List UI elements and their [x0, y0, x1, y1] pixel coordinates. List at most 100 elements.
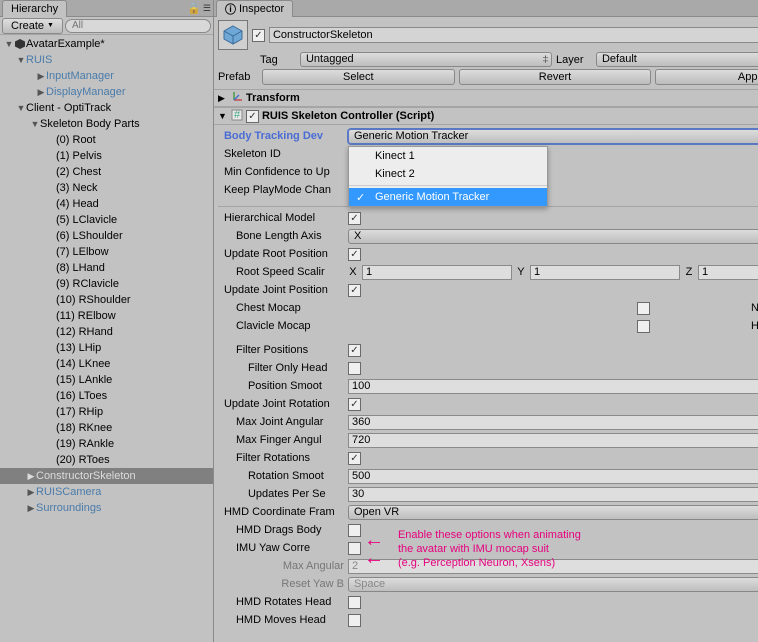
tree-item-bone[interactable]: (2) Chest [0, 164, 213, 180]
tree-item-bone[interactable]: (15) LAnkle [0, 372, 213, 388]
expand-icon[interactable]: ▼ [30, 119, 40, 129]
field-label: Head Mocap [751, 320, 758, 332]
tree-item-bone[interactable]: (3) Neck [0, 180, 213, 196]
rotation-smooth-field[interactable] [348, 469, 758, 484]
tree-item-bone[interactable]: (20) RToes [0, 452, 213, 468]
layer-dropdown[interactable]: Default [596, 52, 758, 67]
body-tracking-label: Body Tracking Dev [218, 130, 344, 142]
chevron-right-icon[interactable]: ▶ [218, 93, 228, 104]
apply-button[interactable]: Apply [655, 69, 758, 85]
tree-item-bone[interactable]: (12) RHand [0, 324, 213, 340]
search-input[interactable] [65, 19, 211, 33]
panel-menu-icon[interactable]: ☰ [203, 3, 211, 14]
reset-yaw-dropdown: Space [348, 577, 758, 592]
expand-icon[interactable]: ▼ [4, 39, 14, 49]
max-finger-field[interactable] [348, 433, 758, 448]
tree-item-ruis[interactable]: ▼ RUIS [0, 52, 213, 68]
select-button[interactable]: Select [262, 69, 455, 85]
root-y-field[interactable] [530, 265, 680, 280]
update-joint-rot-checkbox[interactable]: ✓ [348, 398, 361, 411]
bone-axis-dropdown[interactable]: X [348, 229, 758, 244]
dropdown-option[interactable]: Kinect 2 [349, 165, 547, 183]
lock-icon[interactable]: 🔒 [187, 2, 201, 15]
field-label: HMD Drags Body [218, 524, 344, 536]
hierarchy-tree: ▼ AvatarExample* ▼ RUIS ▶ InputManager ▶… [0, 35, 213, 642]
field-label: HMD Coordinate Fram [218, 506, 344, 518]
tree-item-bone[interactable]: (11) RElbow [0, 308, 213, 324]
hmd-moves-checkbox[interactable] [348, 614, 361, 627]
ruis-component-header[interactable]: ▼ # ✓ RUIS Skeleton Controller (Script) … [214, 107, 758, 125]
filter-head-checkbox[interactable] [348, 362, 361, 375]
tree-item[interactable]: ▶ DisplayManager [0, 84, 213, 100]
tree-item[interactable]: ▶ RUISCamera [0, 484, 213, 500]
root-z-field[interactable] [698, 265, 758, 280]
tag-dropdown[interactable]: Untagged [300, 52, 552, 67]
layer-label: Layer [556, 54, 592, 66]
tree-item-bone[interactable]: (13) LHip [0, 340, 213, 356]
tree-item-bone[interactable]: (17) RHip [0, 404, 213, 420]
body-tracking-dropdown[interactable]: Generic Motion Tracker [348, 129, 758, 144]
tree-item-client[interactable]: ▼ Client - OptiTrack [0, 100, 213, 116]
tree-item-bone[interactable]: (1) Pelvis [0, 148, 213, 164]
hierarchical-checkbox[interactable]: ✓ [348, 212, 361, 225]
scene-root[interactable]: ▼ AvatarExample* [0, 36, 213, 52]
tree-item[interactable]: ▶ Surroundings [0, 500, 213, 516]
create-button[interactable]: Create ▼ [2, 18, 63, 34]
chest-mocap-checkbox[interactable] [637, 302, 650, 315]
tree-item-bone[interactable]: (18) RKnee [0, 420, 213, 436]
field-label: Rotation Smoot [218, 470, 344, 482]
unity-icon [14, 38, 26, 50]
dropdown-option[interactable]: Kinect 1 [349, 147, 547, 165]
inspector-tab[interactable]: ⓘ Inspector [216, 0, 293, 17]
component-enable-checkbox[interactable]: ✓ [246, 110, 259, 123]
tree-item-bone[interactable]: (0) Root [0, 132, 213, 148]
chevron-down-icon[interactable]: ▼ [218, 111, 228, 121]
update-root-checkbox[interactable]: ✓ [348, 248, 361, 261]
expand-icon[interactable]: ▶ [26, 503, 36, 514]
expand-icon[interactable]: ▶ [26, 487, 36, 498]
hmd-drags-checkbox[interactable] [348, 524, 361, 537]
imu-yaw-checkbox[interactable] [348, 542, 361, 555]
tree-item-skeleton-parts[interactable]: ▼ Skeleton Body Parts [0, 116, 213, 132]
expand-icon[interactable]: ▶ [36, 71, 46, 82]
position-smooth-field[interactable] [348, 379, 758, 394]
object-name-field[interactable] [269, 27, 758, 43]
expand-icon[interactable]: ▶ [36, 87, 46, 98]
svg-text:#: # [234, 109, 241, 121]
hierarchy-tab[interactable]: Hierarchy [2, 0, 67, 17]
tree-item-bone[interactable]: (4) Head [0, 196, 213, 212]
tree-item-constructorskeleton[interactable]: ▶ ConstructorSkeleton [0, 468, 213, 484]
tree-item-bone[interactable]: (10) RShoulder [0, 292, 213, 308]
tree-item[interactable]: ▶ InputManager [0, 68, 213, 84]
tree-item-bone[interactable]: (7) LElbow [0, 244, 213, 260]
check-icon: ✓ [356, 191, 365, 204]
field-label: IMU Yaw Corre [218, 542, 344, 554]
expand-icon[interactable]: ▶ [26, 471, 36, 482]
tree-item-bone[interactable]: (16) LToes [0, 388, 213, 404]
hmd-rotates-checkbox[interactable] [348, 596, 361, 609]
revert-button[interactable]: Revert [459, 69, 652, 85]
hmd-coord-dropdown[interactable]: Open VR [348, 505, 758, 520]
tree-item-bone[interactable]: (6) LShoulder [0, 228, 213, 244]
gameobject-icon [218, 20, 248, 50]
expand-icon[interactable]: ▼ [16, 103, 26, 113]
tree-item-bone[interactable]: (8) LHand [0, 260, 213, 276]
filter-rotations-checkbox[interactable]: ✓ [348, 452, 361, 465]
annotation-arrow: ← [364, 547, 384, 570]
tree-item-bone[interactable]: (19) RAnkle [0, 436, 213, 452]
tree-item-bone[interactable]: (5) LClavicle [0, 212, 213, 228]
transform-header[interactable]: ▶ Transform ? ⚙ [214, 89, 758, 107]
max-joint-field[interactable] [348, 415, 758, 430]
tree-item-bone[interactable]: (14) LKnee [0, 356, 213, 372]
field-label: Min Confidence to Up [218, 166, 344, 178]
root-x-field[interactable] [362, 265, 512, 280]
update-joint-pos-checkbox[interactable]: ✓ [348, 284, 361, 297]
clavicle-mocap-checkbox[interactable] [637, 320, 650, 333]
active-checkbox[interactable]: ✓ [252, 29, 265, 42]
dropdown-option[interactable]: ✓Generic Motion Tracker [349, 188, 547, 206]
updates-per-sec-field[interactable] [348, 487, 758, 502]
tree-item-bone[interactable]: (9) RClavicle [0, 276, 213, 292]
field-label: Max Angular [218, 560, 344, 572]
filter-positions-checkbox[interactable]: ✓ [348, 344, 361, 357]
expand-icon[interactable]: ▼ [16, 55, 26, 65]
